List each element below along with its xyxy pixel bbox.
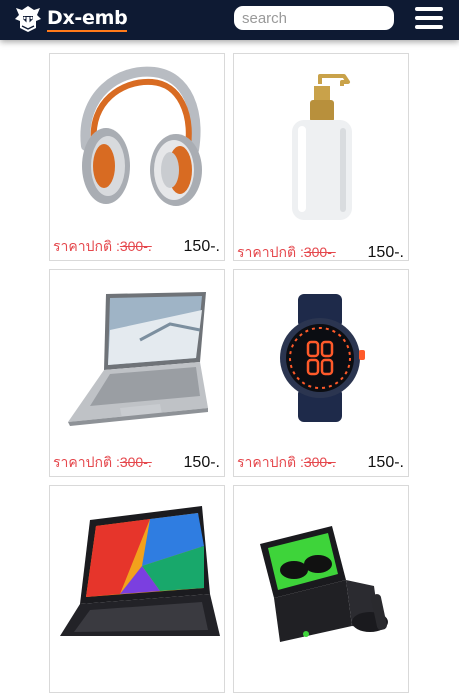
brand-name: Dx-emb (47, 7, 128, 32)
wireless-earbuds-image (260, 526, 388, 642)
laptop-silver-image (68, 292, 208, 426)
price-row: ราคาปกติ :300-. 150-. (237, 452, 404, 474)
brand-link[interactable]: Dx-emb (12, 4, 128, 34)
pump-bottle-image (292, 74, 352, 220)
product-card[interactable] (233, 485, 409, 693)
price-row: ราคาปกติ :300-. 150-. (53, 236, 220, 258)
headphones-image (80, 66, 202, 206)
regular-price: ราคาปกติ :300-. (53, 454, 152, 470)
smartwatch-image (280, 294, 365, 422)
warrior-helmet-logo-icon (15, 6, 41, 32)
sale-price: 150-. (367, 244, 404, 261)
sale-price: 150-. (183, 238, 220, 255)
top-navbar: Dx-emb (0, 0, 459, 40)
hamburger-menu-icon[interactable] (415, 6, 443, 30)
product-card[interactable]: ราคาปกติ :300-. 150-. (49, 53, 225, 261)
product-card[interactable]: ราคาปกติ :300-. 150-. (49, 269, 225, 477)
product-card[interactable]: ราคาปกติ :300-. 150-. (233, 53, 409, 261)
laptop-colorful-image (60, 506, 220, 636)
search-input[interactable] (234, 6, 394, 30)
sale-price: 150-. (183, 454, 220, 471)
sale-price: 150-. (367, 454, 404, 471)
regular-price: ราคาปกติ :300-. (237, 454, 336, 470)
regular-price: ราคาปกติ :300-. (237, 244, 336, 260)
product-card[interactable]: ราคาปกติ :300-. 150-. (233, 269, 409, 477)
price-row: ราคาปกติ :300-. 150-. (237, 242, 404, 261)
product-card[interactable] (49, 485, 225, 693)
regular-price: ราคาปกติ :300-. (53, 238, 152, 254)
price-row: ราคาปกติ :300-. 150-. (53, 452, 220, 474)
